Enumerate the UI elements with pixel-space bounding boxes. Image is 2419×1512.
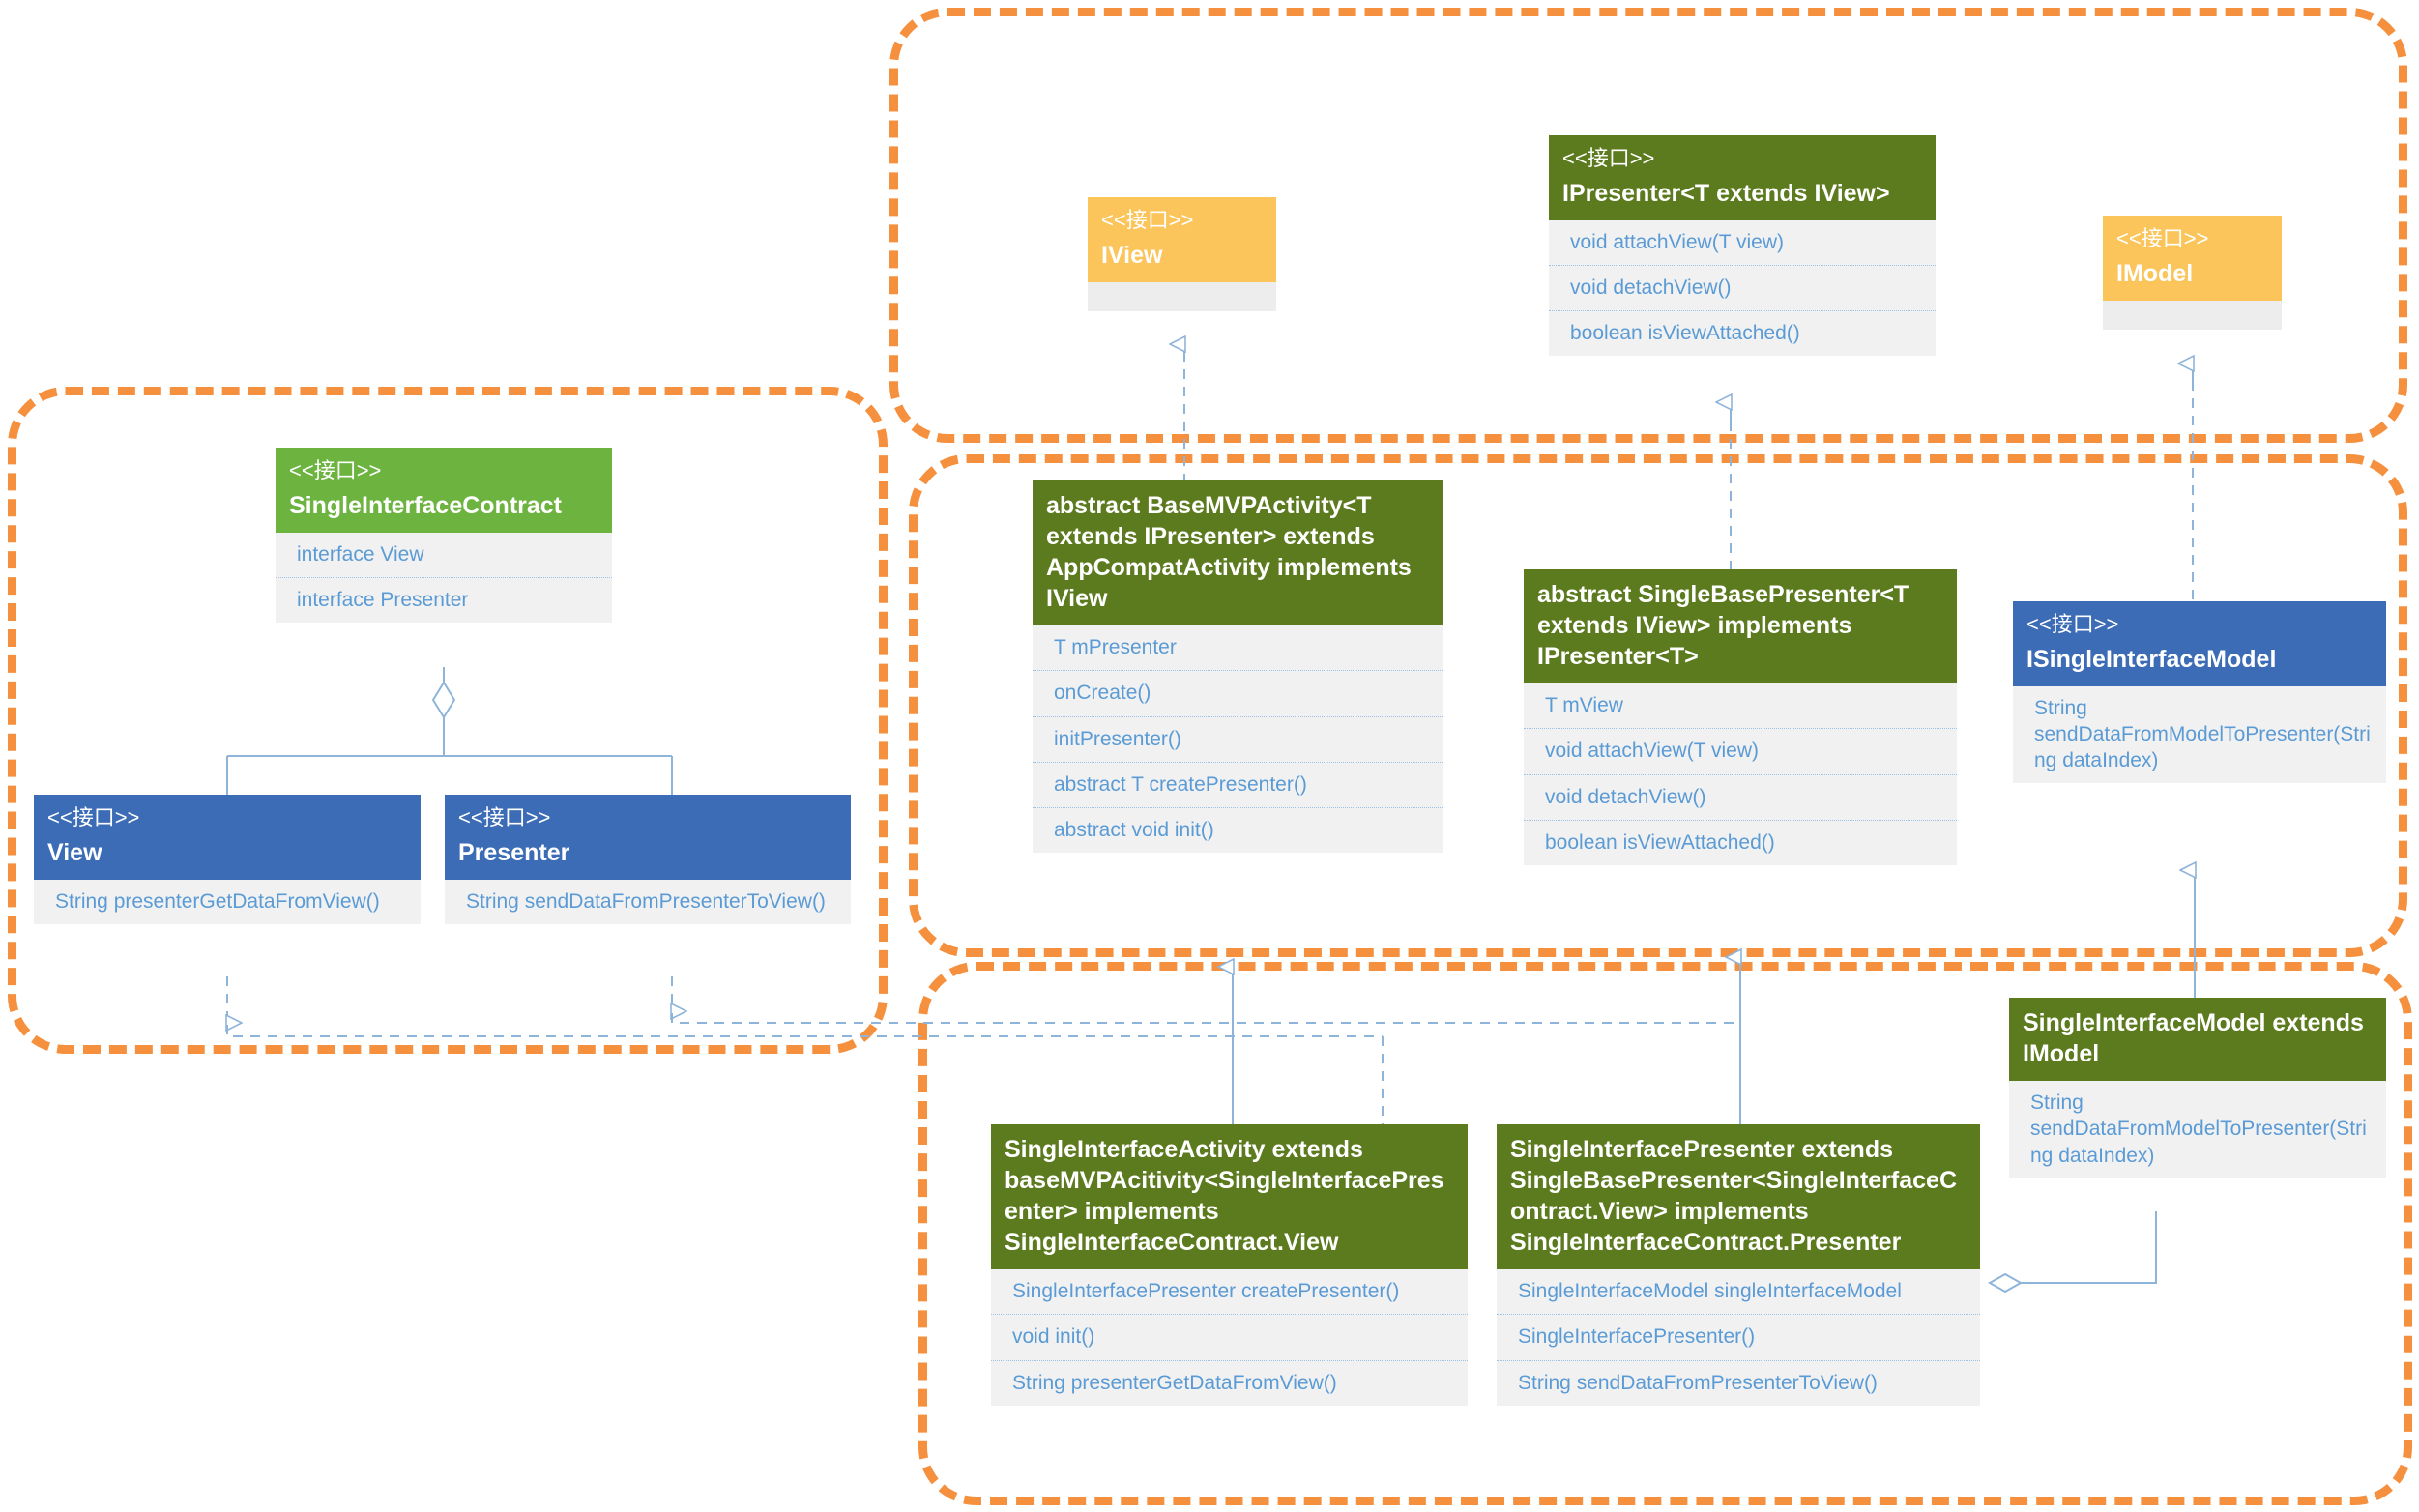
- class-members: [2103, 300, 2282, 330]
- class-name: IModel: [2116, 259, 2194, 287]
- class-member: void attachView(T view): [1570, 230, 1784, 253]
- class-members: T mView void attachView(T view) void det…: [1524, 683, 1957, 866]
- class-imodel[interactable]: <<接口>> IModel: [2103, 216, 2282, 330]
- class-members: SingleInterfacePresenter createPresenter…: [991, 1269, 1468, 1406]
- stereotype-label: <<接口>>: [458, 805, 551, 829]
- class-ipresenter[interactable]: <<接口>> IPresenter<T extends IView> void …: [1549, 135, 1936, 357]
- class-single-interface-activity[interactable]: SingleInterfaceActivity extends baseMVPA…: [991, 1124, 1468, 1406]
- class-header: <<接口>> ISingleInterfaceModel: [2013, 601, 2386, 686]
- class-member: String sendDataFromPresenterToView(): [1497, 1359, 1980, 1406]
- class-header: SingleInterfaceActivity extends baseMVPA…: [991, 1124, 1468, 1269]
- stereotype-label: <<接口>>: [2116, 226, 2209, 250]
- class-single-interface-presenter[interactable]: SingleInterfacePresenter extends SingleB…: [1497, 1124, 1980, 1406]
- class-member: void detachView(): [1524, 773, 1957, 820]
- class-member: abstract T createPresenter(): [1033, 761, 1443, 807]
- class-header: <<接口>> IPresenter<T extends IView>: [1549, 135, 1936, 220]
- stereotype-label: <<接口>>: [289, 458, 382, 482]
- class-members: interface View interface Presenter: [276, 532, 612, 624]
- class-single-base-presenter[interactable]: abstract SingleBasePresenter<T extends I…: [1524, 569, 1957, 866]
- class-member: boolean isViewAttached(): [1549, 310, 1936, 356]
- class-name: SingleInterfacePresenter extends SingleB…: [1510, 1136, 1957, 1256]
- class-member: String presenterGetDataFromView(): [991, 1359, 1468, 1406]
- class-name: SingleInterfaceContract: [289, 491, 563, 519]
- class-name: Presenter: [458, 838, 570, 866]
- class-name: abstract SingleBasePresenter<T extends I…: [1537, 581, 1909, 670]
- class-member: String sendDataFromPresenterToView(): [466, 889, 826, 913]
- class-member: T mView: [1545, 694, 1623, 716]
- class-header: abstract SingleBasePresenter<T extends I…: [1524, 569, 1957, 683]
- class-name: IView: [1101, 241, 1163, 269]
- class-header: <<接口>> Presenter: [445, 795, 851, 880]
- class-member: void init(): [991, 1314, 1468, 1359]
- class-member: void detachView(): [1549, 264, 1936, 310]
- stereotype-label: <<接口>>: [1562, 146, 1655, 170]
- class-single-interface-contract[interactable]: <<接口>> SingleInterfaceContract interface…: [276, 448, 612, 624]
- empty-members-bar: [2103, 300, 2282, 330]
- class-member: String presenterGetDataFromView(): [55, 889, 380, 913]
- class-members: void attachView(T view) void detachView(…: [1549, 219, 1936, 357]
- class-header: <<接口>> SingleInterfaceContract: [276, 448, 612, 533]
- class-name: ISingleInterfaceModel: [2026, 645, 2277, 673]
- stereotype-label: <<接口>>: [2026, 612, 2119, 636]
- class-header: <<接口>> IModel: [2103, 216, 2282, 301]
- class-members: T mPresenter onCreate() initPresenter() …: [1033, 625, 1443, 854]
- class-header: <<接口>> IView: [1088, 197, 1276, 282]
- empty-members-bar: [1088, 281, 1276, 311]
- class-member: String sendDataFromModelToPresenter(Stri…: [2030, 1091, 2367, 1167]
- class-presenter[interactable]: <<接口>> Presenter String sendDataFromPres…: [445, 795, 851, 924]
- class-single-interface-model[interactable]: SingleInterfaceModel extends IModel Stri…: [2009, 998, 2386, 1178]
- class-members: String sendDataFromPresenterToView(): [445, 879, 851, 924]
- class-members: String sendDataFromModelToPresenter(Stri…: [2009, 1081, 2386, 1178]
- class-member: initPresenter(): [1033, 715, 1443, 762]
- uml-class-diagram: <<接口>> SingleInterfaceContract interface…: [0, 0, 2419, 1512]
- class-members: SingleInterfaceModel singleInterfaceMode…: [1497, 1269, 1980, 1406]
- class-members: String presenterGetDataFromView(): [34, 879, 421, 924]
- class-member: boolean isViewAttached(): [1524, 819, 1957, 865]
- class-member: abstract void init(): [1033, 807, 1443, 853]
- class-member: void attachView(T view): [1524, 728, 1957, 773]
- class-member: String sendDataFromModelToPresenter(Stri…: [2034, 696, 2371, 772]
- class-base-mvp-activity[interactable]: abstract BaseMVPActivity<T extends IPres…: [1033, 480, 1443, 854]
- class-name: SingleInterfaceActivity extends baseMVPA…: [1005, 1136, 1444, 1256]
- class-name: abstract BaseMVPActivity<T extends IPres…: [1046, 492, 1412, 612]
- class-member: interface View: [297, 542, 424, 566]
- class-header: SingleInterfaceModel extends IModel: [2009, 998, 2386, 1081]
- class-iview[interactable]: <<接口>> IView: [1088, 197, 1276, 311]
- class-header: SingleInterfacePresenter extends SingleB…: [1497, 1124, 1980, 1269]
- class-members: String sendDataFromModelToPresenter(Stri…: [2013, 685, 2386, 784]
- class-name: View: [47, 838, 102, 866]
- class-member: onCreate(): [1033, 670, 1443, 715]
- stereotype-label: <<接口>>: [47, 805, 140, 829]
- class-member: SingleInterfacePresenter(): [1497, 1314, 1980, 1359]
- class-header: abstract BaseMVPActivity<T extends IPres…: [1033, 480, 1443, 625]
- class-isingle-interface-model[interactable]: <<接口>> ISingleInterfaceModel String send…: [2013, 601, 2386, 784]
- class-member: SingleInterfaceModel singleInterfaceMode…: [1518, 1280, 1902, 1302]
- class-name: SingleInterfaceModel extends IModel: [2023, 1009, 2364, 1067]
- class-header: <<接口>> View: [34, 795, 421, 880]
- stereotype-label: <<接口>>: [1101, 208, 1194, 232]
- class-member: SingleInterfacePresenter createPresenter…: [1012, 1280, 1400, 1302]
- class-members: [1088, 281, 1276, 311]
- class-name: IPresenter<T extends IView>: [1562, 179, 1890, 207]
- class-member: interface Presenter: [276, 576, 612, 623]
- class-view[interactable]: <<接口>> View String presenterGetDataFromV…: [34, 795, 421, 924]
- class-member: T mPresenter: [1054, 636, 1177, 658]
